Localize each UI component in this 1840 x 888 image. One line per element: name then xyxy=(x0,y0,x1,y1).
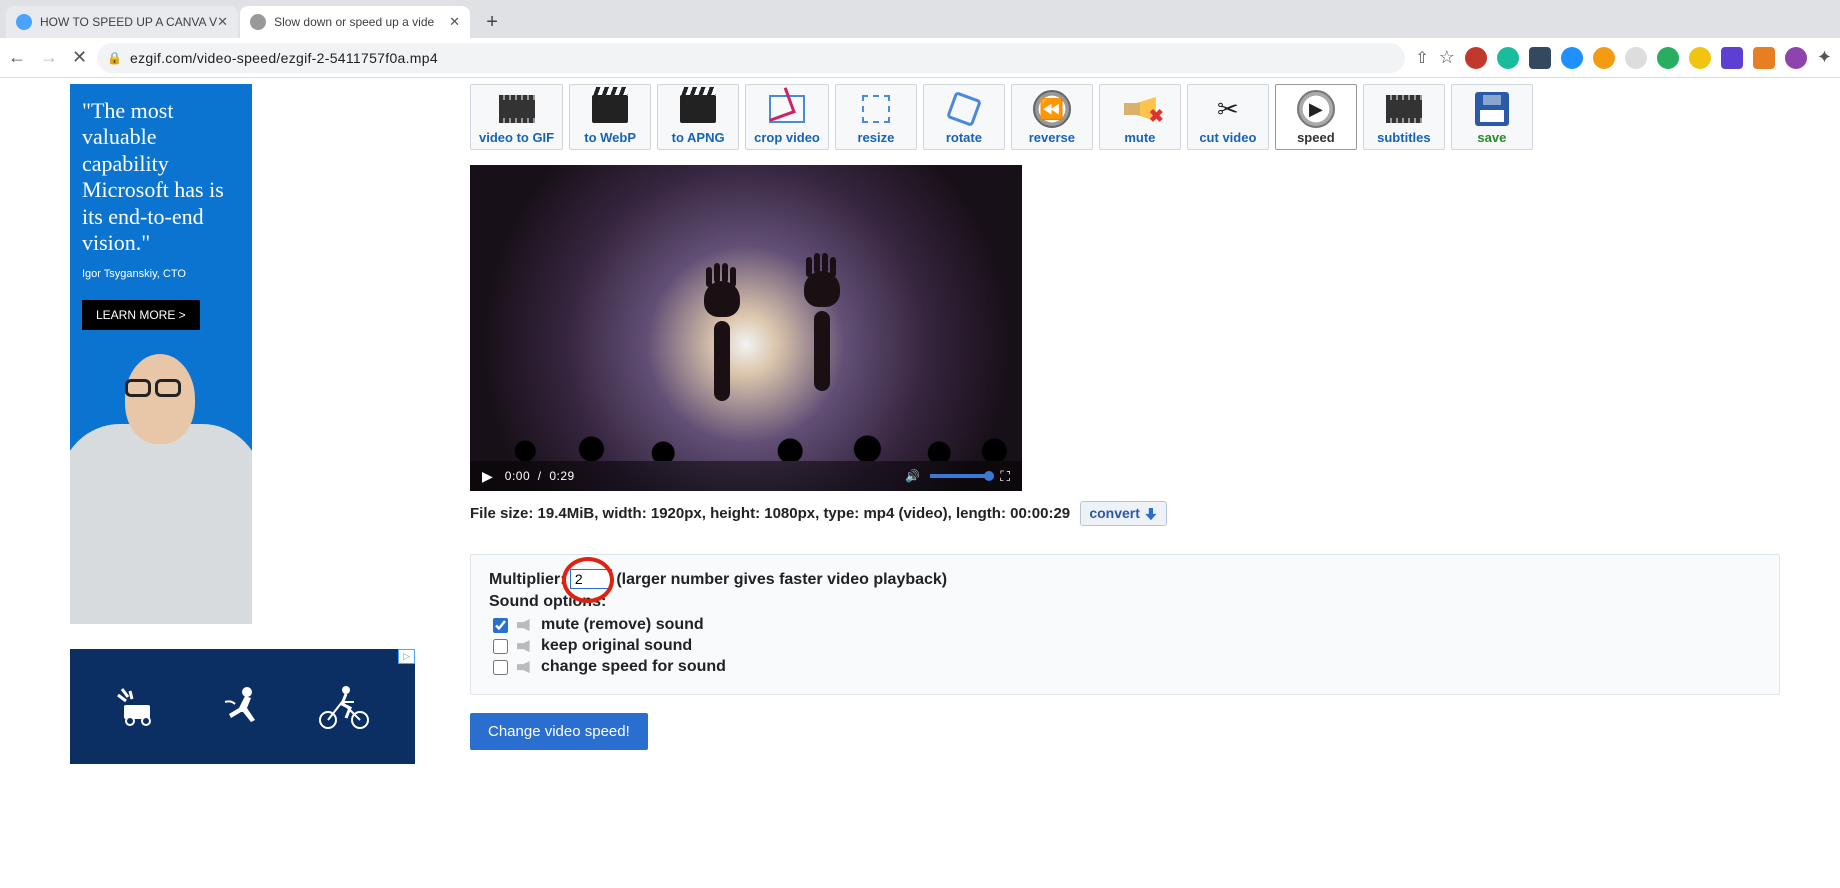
browser-toolbar: ← → ✕ 🔒 ezgif.com/video-speed/ezgif-2-54… xyxy=(0,38,1840,78)
floppy-icon xyxy=(1475,92,1509,126)
new-tab-button[interactable]: + xyxy=(478,8,506,36)
tool-to-webp[interactable]: to WebP xyxy=(569,84,651,150)
tool-cut[interactable]: ✂cut video xyxy=(1187,84,1269,150)
tab-title: Slow down or speed up a vide xyxy=(274,15,434,29)
speed-form: Multiplier: (larger number gives faster … xyxy=(470,554,1780,695)
bike-icon xyxy=(314,677,374,737)
favicon-icon xyxy=(250,14,266,30)
tool-subtitles[interactable]: subtitles xyxy=(1363,84,1445,150)
keep-checkbox[interactable] xyxy=(493,639,508,654)
ad-quote: "The most valuable capability Microsoft … xyxy=(82,98,240,256)
ext-icon[interactable] xyxy=(1465,47,1487,69)
tab-canva[interactable]: HOW TO SPEED UP A CANVA V ✕ xyxy=(6,6,238,38)
ext-icon[interactable] xyxy=(1657,47,1679,69)
tab-ezgif[interactable]: Slow down or speed up a vide ✕ xyxy=(240,6,470,38)
tool-reverse[interactable]: ⏪reverse xyxy=(1011,84,1093,150)
fullscreen-icon[interactable]: ⛶ xyxy=(1000,468,1010,485)
tool-save[interactable]: save xyxy=(1451,84,1533,150)
ext-icon[interactable] xyxy=(1753,47,1775,69)
tool-rotate[interactable]: rotate xyxy=(923,84,1005,150)
hand-silhouette-icon xyxy=(800,271,844,391)
multiplier-input[interactable] xyxy=(570,569,612,589)
tool-to-apng[interactable]: to APNG xyxy=(657,84,739,150)
opt-keep[interactable]: keep original sound xyxy=(489,636,1761,657)
tool-video-to-gif[interactable]: video to GIF xyxy=(470,84,563,150)
ext-icon[interactable] xyxy=(1497,47,1519,69)
opt-mute[interactable]: mute (remove) sound xyxy=(489,615,1761,636)
slip-icon xyxy=(212,677,272,737)
volume-slider[interactable] xyxy=(930,474,990,478)
main-content: video to GIF to WebP to APNG crop video … xyxy=(470,84,1780,764)
back-icon[interactable]: ← xyxy=(8,47,26,68)
speaker-icon xyxy=(517,661,535,673)
download-icon xyxy=(1144,508,1158,522)
lock-icon: 🔒 xyxy=(107,51,122,65)
tab-title: HOW TO SPEED UP A CANVA V xyxy=(40,15,217,29)
speaker-muted-icon xyxy=(517,619,535,631)
video-player[interactable]: ▶ 0:00 / 0:29 🔊 ⛶ xyxy=(470,165,1022,491)
page: "The most valuable capability Microsoft … xyxy=(0,78,1840,804)
ext-icon[interactable] xyxy=(1561,47,1583,69)
tool-mute[interactable]: mute xyxy=(1099,84,1181,150)
share-icon[interactable]: ⇧ xyxy=(1415,48,1428,68)
tool-strip: video to GIF to WebP to APNG crop video … xyxy=(470,84,1780,150)
mute-checkbox[interactable] xyxy=(493,618,508,633)
ext-icon[interactable] xyxy=(1785,47,1807,69)
multiplier-hint: (larger number gives faster video playba… xyxy=(616,571,947,588)
extensions-icon[interactable]: ✦ xyxy=(1817,47,1832,68)
crash-icon xyxy=(111,677,171,737)
ad-skyscraper[interactable]: "The most valuable capability Microsoft … xyxy=(70,84,252,624)
favicon-icon xyxy=(16,14,32,30)
video-controls: ▶ 0:00 / 0:29 🔊 ⛶ xyxy=(470,461,1022,491)
ext-icon[interactable] xyxy=(1689,47,1711,69)
ext-icon[interactable] xyxy=(1721,47,1743,69)
convert-button[interactable]: convert xyxy=(1080,501,1167,525)
opt-change[interactable]: change speed for sound xyxy=(489,657,1761,678)
ext-icon[interactable] xyxy=(1625,47,1647,69)
change-speed-button[interactable]: Change video speed! xyxy=(470,713,648,750)
url-text: ezgif.com/video-speed/ezgif-2-5411757f0a… xyxy=(130,50,438,66)
star-icon[interactable]: ☆ xyxy=(1439,47,1455,68)
forward-icon[interactable]: → xyxy=(40,47,58,68)
omnibox-icons: ⇧ ☆ ✦ xyxy=(1415,47,1832,69)
video-time: 0:00 / 0:29 xyxy=(505,469,575,483)
tab-strip: HOW TO SPEED UP A CANVA V ✕ Slow down or… xyxy=(0,0,1840,38)
browser-chrome: HOW TO SPEED UP A CANVA V ✕ Slow down or… xyxy=(0,0,1840,78)
speaker-icon xyxy=(517,640,535,652)
video-frame xyxy=(470,165,1022,491)
close-icon[interactable]: ✕ xyxy=(449,14,460,30)
play-icon[interactable]: ▶ xyxy=(482,468,493,485)
ext-icon[interactable] xyxy=(1529,47,1551,69)
ad-person-icon xyxy=(70,324,252,624)
hand-silhouette-icon xyxy=(700,281,744,401)
stop-icon[interactable]: ✕ xyxy=(72,47,87,68)
sound-options-heading: Sound options: xyxy=(489,593,606,610)
ad-label-icon: ▷ xyxy=(398,649,415,664)
video-metadata: File size: 19.4MiB, width: 1920px, heigh… xyxy=(470,501,1780,525)
tool-crop[interactable]: crop video xyxy=(745,84,829,150)
change-checkbox[interactable] xyxy=(493,660,508,675)
ad-attrib: Igor Tsyganskiy, CTO xyxy=(82,268,240,280)
tool-resize[interactable]: resize xyxy=(835,84,917,150)
close-icon[interactable]: ✕ xyxy=(217,14,228,30)
sidebar: "The most valuable capability Microsoft … xyxy=(70,84,410,764)
multiplier-label: Multiplier: xyxy=(489,571,565,588)
tool-speed[interactable]: ▶speed xyxy=(1275,84,1357,150)
volume-icon[interactable]: 🔊 xyxy=(905,469,920,483)
scissors-icon: ✂ xyxy=(1202,89,1254,129)
address-bar[interactable]: 🔒 ezgif.com/video-speed/ezgif-2-5411757f… xyxy=(97,43,1405,73)
ext-icon[interactable] xyxy=(1593,47,1615,69)
ad-banner[interactable]: ▷ xyxy=(70,649,415,764)
